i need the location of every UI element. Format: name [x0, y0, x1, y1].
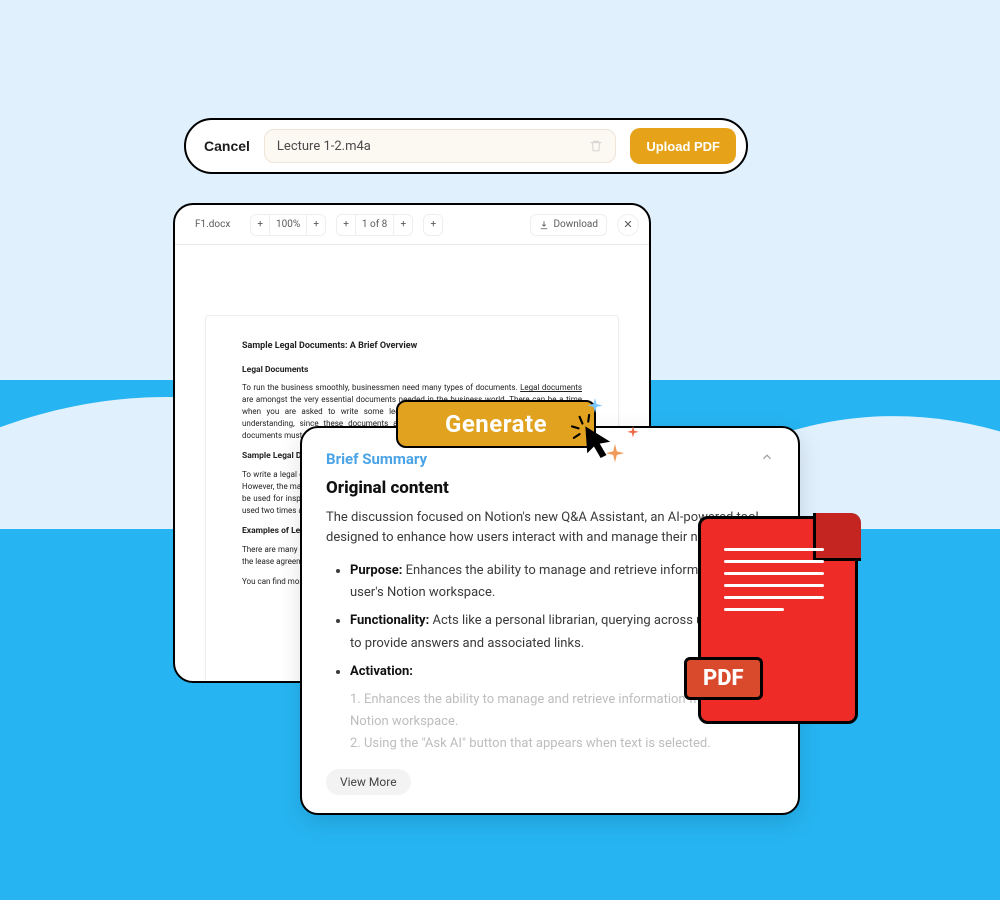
upload-bar: Cancel Lecture 1-2.m4a Upload PDF — [184, 118, 748, 174]
download-icon — [539, 220, 549, 230]
doc-heading-legal: Legal Documents — [242, 364, 582, 377]
toolbar-extra-button[interactable]: + — [424, 215, 442, 235]
close-button[interactable]: ✕ — [617, 214, 639, 236]
download-button[interactable]: Download — [530, 214, 607, 236]
page-indicator: 1 of 8 — [356, 215, 394, 235]
document-filename: F1.docx — [185, 215, 240, 234]
cancel-button[interactable]: Cancel — [204, 138, 250, 154]
pdf-label: PDF — [684, 657, 763, 700]
zoom-level: 100% — [270, 215, 307, 235]
page-nav-group: + 1 of 8 + — [336, 214, 413, 236]
view-more-button[interactable]: View More — [326, 769, 411, 795]
collapse-button[interactable] — [760, 450, 774, 468]
zoom-in-button[interactable]: + — [307, 215, 325, 235]
document-toolbar: F1.docx + 100% + + 1 of 8 + + Download ✕ — [175, 205, 649, 245]
faded-line: 2. Using the "Ask AI" button that appear… — [326, 733, 774, 755]
chevron-up-icon — [760, 450, 774, 464]
original-content-title: Original content — [326, 478, 774, 498]
page-next-button[interactable]: + — [394, 215, 412, 235]
brief-summary-title: Brief Summary — [326, 450, 427, 468]
filename-field[interactable]: Lecture 1-2.m4a — [264, 129, 616, 163]
download-label: Download — [553, 219, 598, 230]
generate-label: Generate — [445, 410, 547, 438]
generate-button[interactable]: Generate — [396, 400, 596, 448]
page-prev-button[interactable]: + — [337, 215, 356, 235]
doc-title: Sample Legal Documents: A Brief Overview — [242, 340, 582, 354]
trash-icon[interactable] — [589, 139, 603, 153]
zoom-group: + 100% + — [250, 214, 326, 236]
cursor-click-icon — [570, 413, 616, 459]
filename-text: Lecture 1-2.m4a — [277, 139, 581, 154]
upload-pdf-button[interactable]: Upload PDF — [630, 128, 736, 164]
extra-group: + — [423, 214, 443, 236]
sparkle-icon — [626, 426, 640, 440]
zoom-out-button[interactable]: + — [251, 215, 270, 235]
pdf-file-icon: PDF — [698, 516, 858, 724]
